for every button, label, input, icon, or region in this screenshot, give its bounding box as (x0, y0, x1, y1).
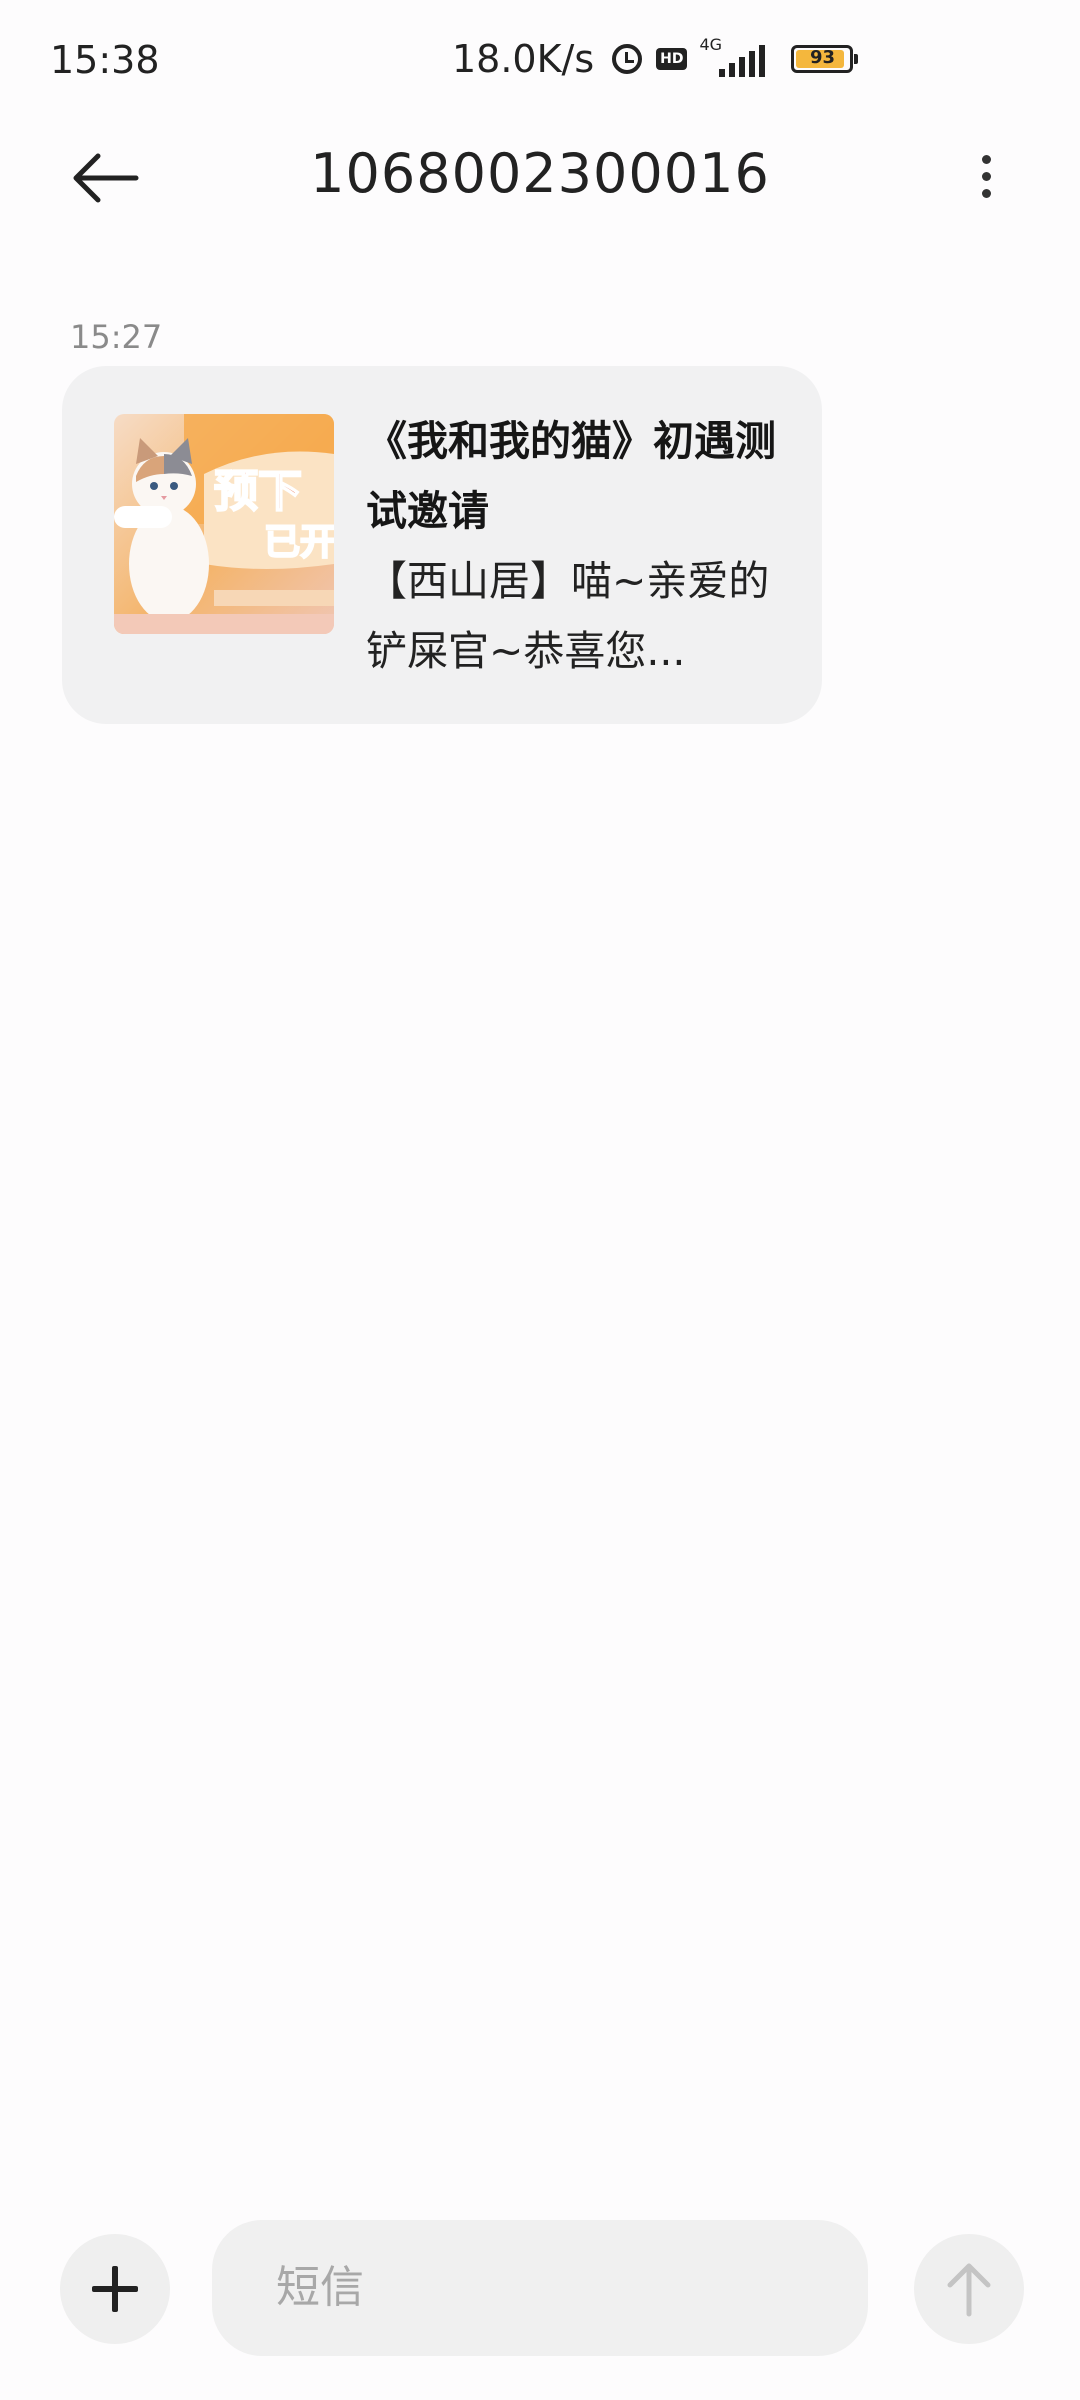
more-options-button[interactable] (962, 146, 1010, 206)
message-timestamp: 15:27 (70, 318, 163, 356)
network-speed: 18.0K/s (452, 37, 595, 81)
sms-conversation-screen: 15:38 18.0K/s HD 4G 93 1068002300016 15:… (0, 0, 1080, 2400)
card-preview-text: 【西山居】喵~亲爱的铲屎官~恭喜您... (366, 557, 770, 675)
status-indicators: 18.0K/s HD 4G 93 (452, 34, 859, 84)
status-time: 15:38 (50, 38, 160, 82)
card-title: 《我和我的猫》初遇测试邀请 (366, 417, 776, 535)
alarm-icon (612, 44, 643, 74)
card-thumbnail-image: 预下 已开 (114, 414, 334, 634)
signal-icon: 4G (699, 35, 777, 79)
message-input[interactable]: 短信 (212, 2220, 868, 2356)
add-attachment-button[interactable] (60, 2234, 170, 2344)
battery-percent: 93 (809, 47, 836, 68)
sender-number: 1068002300016 (310, 142, 770, 205)
more-vertical-icon (981, 154, 991, 164)
battery-icon: 93 (791, 45, 859, 73)
send-button[interactable] (914, 2234, 1024, 2344)
rich-message-card[interactable]: 预下 已开 《我和我的猫》初遇测试邀请 【西山居】喵~亲爱的铲屎官~恭喜您... (62, 366, 822, 724)
arrow-up-icon (947, 2263, 991, 2317)
svg-text:预下: 预下 (214, 466, 302, 517)
signal-bars (719, 45, 766, 77)
status-bar: 15:38 18.0K/s HD 4G 93 (0, 0, 1080, 120)
conversation-header: 1068002300016 (0, 120, 1080, 230)
cat-game-banner-image: 预下 已开 (114, 414, 334, 634)
svg-text:已开: 已开 (264, 522, 334, 563)
hd-icon: HD (656, 48, 688, 70)
